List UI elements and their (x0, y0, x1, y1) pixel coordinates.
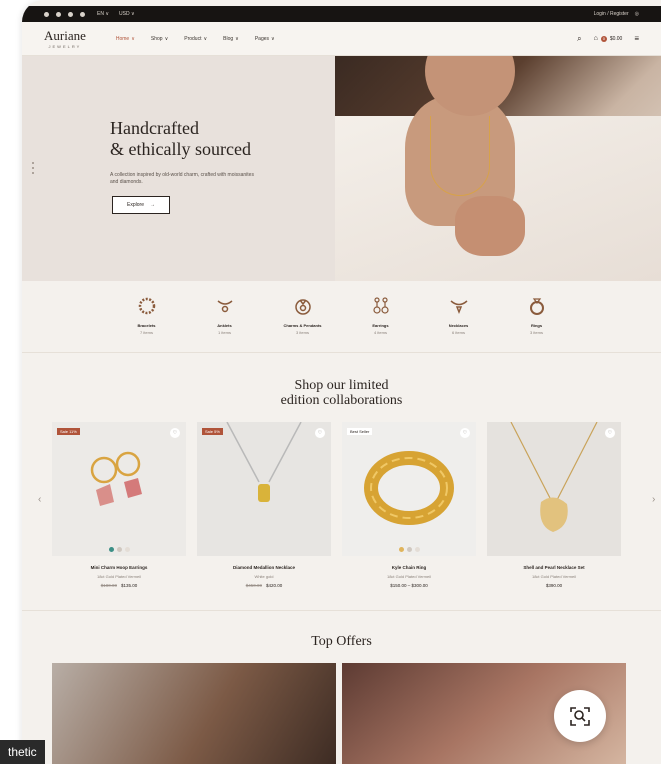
chevron-down-icon: ∨ (131, 35, 135, 42)
category-charms-pendants[interactable]: Charms & Pendants 3 items (264, 295, 342, 352)
social-links (44, 11, 85, 17)
hero-subtitle: A collection inspired by old-world charm… (110, 172, 254, 185)
top-bar: EN ∨ USD ∨ Login / Register ◎ (22, 6, 661, 22)
hero-image (335, 56, 661, 281)
logo-subtitle: JEWELRY (48, 43, 82, 49)
currency-select[interactable]: USD ∨ (119, 11, 135, 17)
category-necklaces[interactable]: Necklaces 6 items (420, 295, 498, 352)
site-header: Auriane JEWELRY Home ∨ Shop ∨ Product ∨ Blo… (22, 22, 661, 56)
chevron-down-icon: ∨ (235, 35, 239, 42)
hero-title: Handcrafted & ethically sourced (110, 118, 251, 159)
visual-search-button[interactable] (554, 690, 606, 742)
category-rings[interactable]: Rings 3 items (498, 295, 576, 352)
product-material: 18ct Gold Plated Vermeil (386, 574, 432, 579)
product-name[interactable]: Kyle Chain Ring (342, 565, 476, 570)
collab-title: Shop our limited edition collaborations (280, 378, 403, 408)
category-anklets[interactable]: Anklets 1 items (186, 295, 264, 352)
section-divider (22, 610, 661, 611)
product-price: $150.00 – $300.00 (390, 583, 428, 588)
product-price: $450.00 $420.00 (245, 583, 283, 588)
arrow-right-icon: → (149, 202, 155, 208)
top-offers-title: Top Offers (311, 634, 372, 649)
product-carousel: ‹ Sale 11% ♡ Mini Charm Hoop Earrings 18… (38, 422, 655, 592)
chevron-down-icon: ∨ (271, 35, 275, 42)
category-bracelets[interactable]: Bracelets 7 items (108, 295, 186, 352)
nav-blog[interactable]: Blog ∨ (223, 36, 239, 42)
product-image[interactable]: Best Seller ♡ (342, 422, 476, 556)
logo-name: Auriane (44, 27, 86, 43)
ring-icon (527, 295, 547, 317)
youtube-icon[interactable] (80, 11, 85, 17)
offer-banner[interactable] (52, 663, 336, 764)
chevron-down-icon: ∨ (164, 35, 169, 42)
language-select[interactable]: EN ∨ (97, 11, 109, 17)
main-nav: Home ∨ Shop ∨ Product ∨ Blog ∨ Pages ∨ (116, 36, 275, 42)
bracelet-icon (137, 295, 157, 317)
carousel-next-button[interactable]: › (652, 494, 655, 505)
product-name[interactable]: Diamond Medallion Necklace (197, 565, 331, 570)
product-card[interactable]: ♡ Shell and Pearl Necklace Set 18ct Gold… (487, 422, 621, 588)
product-price: $390.00 (545, 583, 563, 588)
bag-icon: ⌂ (593, 35, 598, 42)
product-image[interactable]: ♡ (487, 422, 621, 556)
product-image[interactable]: Sale 5% ♡ (197, 422, 331, 556)
cart-button[interactable]: ⌂ 0 $0.00 (594, 35, 623, 42)
webpage: EN ∨ USD ∨ Login / Register ◎ Auriane JE… (22, 0, 661, 764)
hero-text-panel: Handcrafted & ethically sourced A collec… (22, 56, 335, 281)
nav-home[interactable]: Home ∨ (116, 36, 135, 42)
slider-dots[interactable] (32, 162, 34, 174)
logo[interactable]: Auriane JEWELRY (44, 29, 86, 49)
anklet-icon (215, 295, 235, 317)
facebook-icon[interactable] (44, 11, 49, 17)
product-price: $180.00 $135.00 (100, 583, 138, 588)
user-icon[interactable]: ◎ (635, 11, 639, 17)
product-image[interactable]: Sale 11% ♡ (52, 422, 186, 556)
menu-icon[interactable]: ≡ (634, 34, 639, 43)
cart-total: $0.00 (609, 35, 623, 42)
chevron-down-icon: ∨ (203, 35, 208, 42)
instagram-icon[interactable] (68, 11, 73, 17)
category-row: Bracelets 7 items Anklets 1 items Charms… (22, 281, 661, 353)
pendant-icon (293, 295, 313, 317)
product-card[interactable]: Best Seller ♡ Kyle Chain Ring 18ct Gold … (342, 422, 476, 588)
product-material: White gold (254, 574, 274, 579)
product-material: 18ct Gold Plated Vermeil (531, 574, 577, 579)
product-name[interactable]: Shell and Pearl Necklace Set (487, 565, 621, 570)
category-earrings[interactable]: Earrings 4 items (342, 295, 420, 352)
login-register-link[interactable]: Login / Register (594, 11, 629, 17)
search-icon[interactable]: ⌕ (577, 34, 581, 44)
tooltip: thetic (0, 740, 45, 764)
carousel-prev-button[interactable]: ‹ (38, 494, 41, 505)
product-card[interactable]: Sale 11% ♡ Mini Charm Hoop Earrings 18ct… (52, 422, 186, 588)
nav-shop[interactable]: Shop ∨ (151, 36, 168, 42)
cart-count-badge: 0 (600, 35, 607, 42)
nav-pages[interactable]: Pages ∨ (255, 36, 275, 42)
nav-product[interactable]: Product ∨ (184, 36, 207, 42)
hero-banner: Handcrafted & ethically sourced A collec… (22, 56, 661, 281)
twitter-icon[interactable] (56, 11, 61, 17)
earring-icon (371, 295, 391, 317)
product-card[interactable]: Sale 5% ♡ Diamond Medallion Necklace Whi… (197, 422, 331, 588)
explore-button[interactable]: Explore → (112, 196, 170, 214)
necklace-icon (449, 295, 469, 317)
product-name[interactable]: Mini Charm Hoop Earrings (52, 565, 186, 570)
visual-search-icon (570, 707, 590, 726)
product-material: 18ct Gold Plated Vermeil (96, 574, 142, 579)
